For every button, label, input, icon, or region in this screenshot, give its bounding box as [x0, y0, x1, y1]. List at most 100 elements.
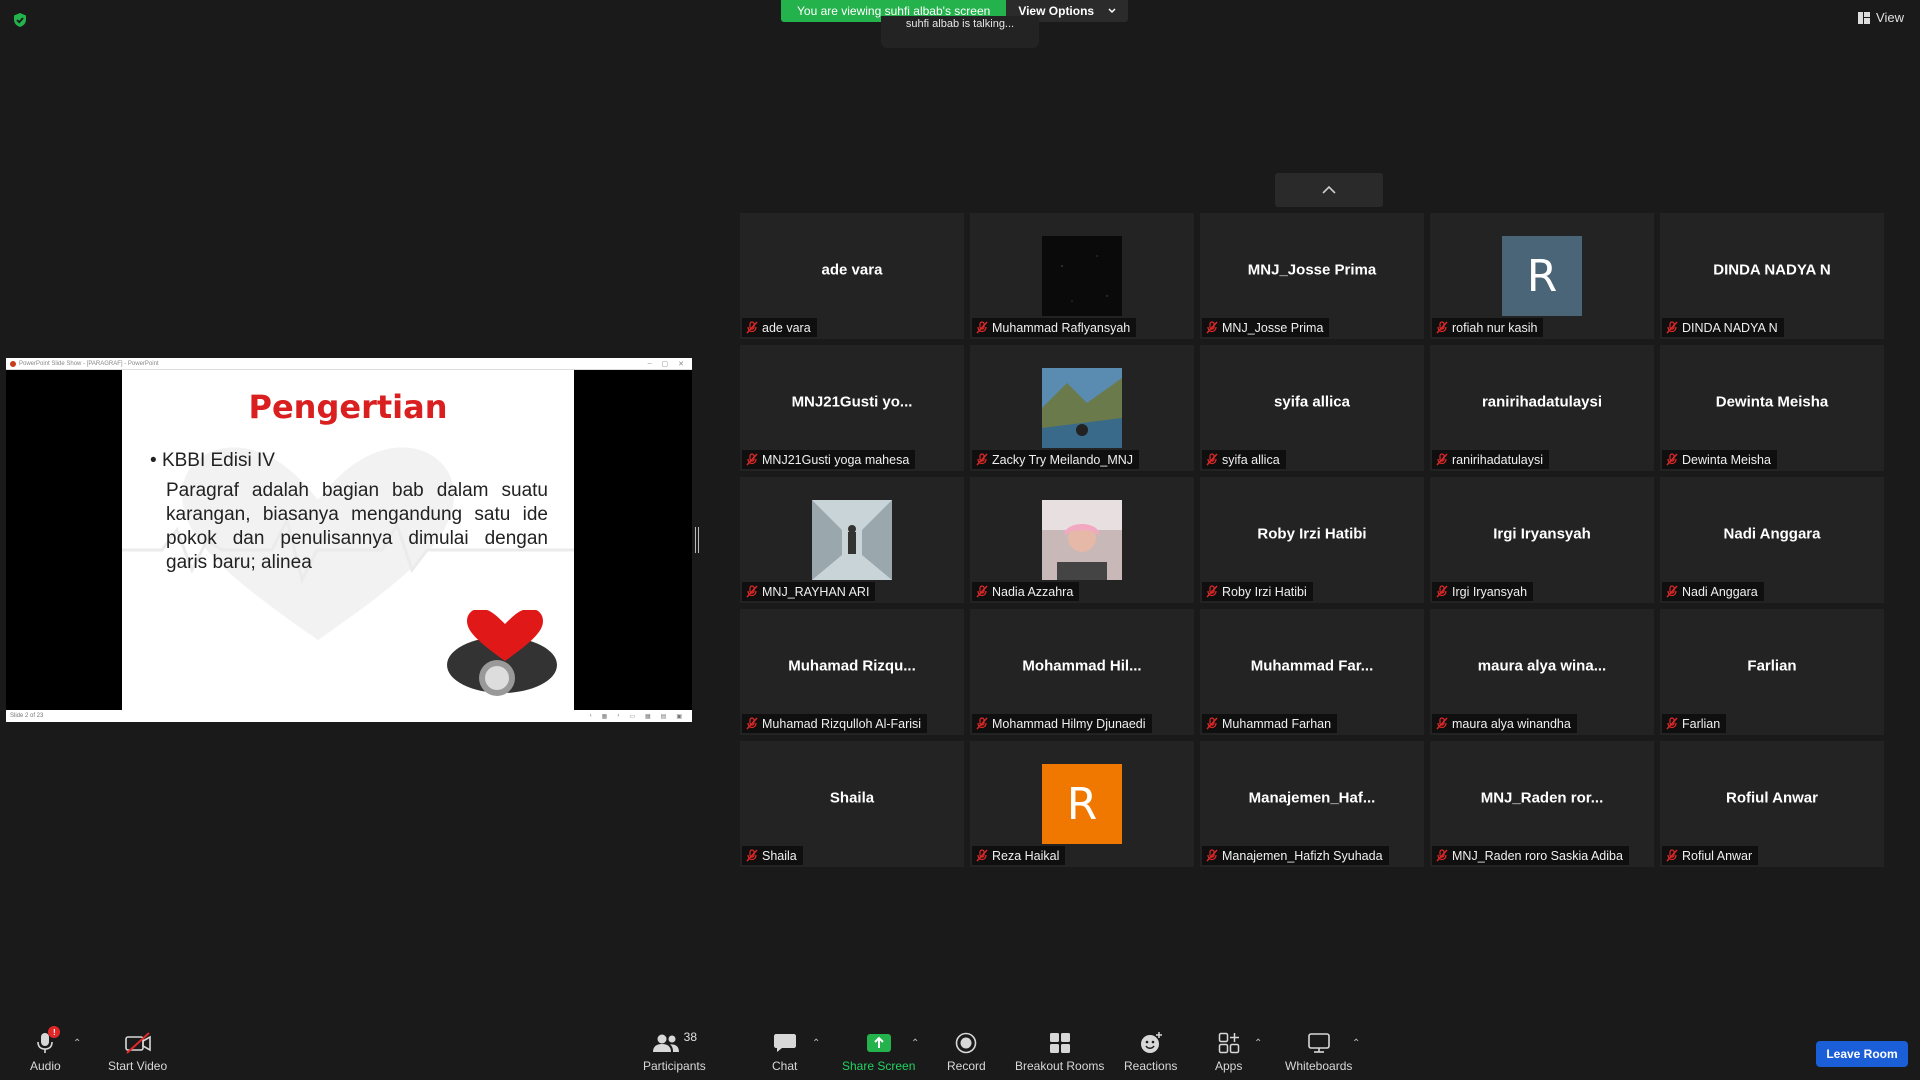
participant-profile-picture: [812, 500, 892, 580]
leave-room-button[interactable]: Leave Room: [1816, 1041, 1908, 1067]
mic-muted-icon: [746, 849, 758, 862]
participant-tile[interactable]: DINDA NADYA N DINDA NADYA N: [1660, 213, 1884, 339]
participant-name: Irgi Iryansyah: [1452, 584, 1528, 599]
participant-tile[interactable]: Rrofiah nur kasih: [1430, 213, 1654, 339]
participant-display-name: DINDA NADYA N: [1713, 261, 1831, 279]
participant-tile[interactable]: MNJ_Josse Prima MNJ_Josse Prima: [1200, 213, 1424, 339]
audio-alert-badge: !: [48, 1026, 61, 1038]
participant-tile[interactable]: ranirihadatulaysi ranirihadatulaysi: [1430, 345, 1654, 471]
breakout-rooms-button[interactable]: Breakout Rooms: [1015, 1030, 1104, 1073]
participant-name-label: Shaila: [742, 846, 803, 865]
mic-muted-icon: [1436, 849, 1448, 862]
participant-tile[interactable]: ade vara ade vara: [740, 213, 964, 339]
participant-name-label: Farlian: [1662, 714, 1727, 733]
participant-tile[interactable]: MNJ_RAYHAN ARI: [740, 477, 964, 603]
participant-name: Shaila: [762, 848, 797, 863]
participant-name-label: Zacky Try Meilando_MNJ: [972, 450, 1140, 469]
start-video-label: Start Video: [108, 1059, 168, 1073]
participant-tile[interactable]: Nadi Anggara Nadi Anggara: [1660, 477, 1884, 603]
participant-display-name: MNJ_Raden ror...: [1480, 789, 1604, 807]
participant-name-label: Roby Irzi Hatibi: [1202, 582, 1313, 601]
participant-tile[interactable]: Dewinta Meisha Dewinta Meisha: [1660, 345, 1884, 471]
participant-display-name: Muhamad Rizqu...: [788, 657, 916, 675]
mic-muted-icon: [746, 717, 758, 730]
audio-options-caret[interactable]: ⌃: [73, 1038, 81, 1049]
participant-name: Muhamad Rizqulloh Al-Farisi: [762, 716, 922, 731]
participant-name-label: Nadi Anggara: [1662, 582, 1764, 601]
participant-name-label: Mohammad Hilmy Djunaedi: [972, 714, 1152, 733]
participant-tile[interactable]: Muhamad Rizqu... Muhamad Rizqulloh Al-Far…: [740, 609, 964, 735]
participant-profile-picture: [1042, 236, 1122, 316]
participant-tile[interactable]: Nadia Azzahra: [970, 477, 1194, 603]
mic-muted-icon: [1206, 585, 1218, 598]
participant-name-label: Muhammad Farhan: [1202, 714, 1338, 733]
people-icon: [652, 1034, 679, 1052]
participant-name: Muhammad Farhan: [1222, 716, 1332, 731]
share-screen-button[interactable]: Share Screen: [842, 1030, 915, 1073]
participants-button[interactable]: 38 Participants: [643, 1030, 706, 1073]
participant-profile-picture: [1042, 500, 1122, 580]
shared-screen[interactable]: PowerPoint Slide Show - [PARAGRAF] - Pow…: [6, 358, 692, 722]
participant-tile[interactable]: Muhammad Raflyansyah: [970, 213, 1194, 339]
participant-tile[interactable]: Mohammad Hil... Mohammad Hilmy Djunaedi: [970, 609, 1194, 735]
participant-name-label: MNJ_Raden roro Saskia Adiba: [1432, 846, 1629, 865]
participant-name: maura alya winandha: [1452, 716, 1571, 731]
participant-tile[interactable]: Farlian Farlian: [1660, 609, 1884, 735]
mic-muted-icon: [1666, 585, 1678, 598]
whiteboards-button[interactable]: Whiteboards: [1285, 1030, 1352, 1073]
participant-name: Roby Irzi Hatibi: [1222, 584, 1307, 599]
participant-tile[interactable]: MNJ_Raden ror... MNJ_Raden roro Saskia Ad…: [1430, 741, 1654, 867]
video-off-icon: [124, 1032, 151, 1054]
participant-display-name: MNJ_Josse Prima: [1247, 261, 1377, 279]
ppt-statusbar: Slide 2 of 23 ‹ ▦ › ▭ ▦ ▤ ▣: [6, 710, 692, 722]
participant-tile[interactable]: Irgi Iryansyah Irgi Iryansyah: [1430, 477, 1654, 603]
participant-avatar: R: [1502, 236, 1582, 316]
participant-name: Nadi Anggara: [1682, 584, 1758, 599]
participant-tile[interactable]: maura alya wina... maura alya winandha: [1430, 609, 1654, 735]
participant-name: Zacky Try Meilando_MNJ: [992, 452, 1134, 467]
participant-tile[interactable]: syifa allica syifa allica: [1200, 345, 1424, 471]
chat-button[interactable]: Chat: [772, 1030, 797, 1073]
meeting-toolbar: ! Audio ⌃ Start Video 38 Participants Ch…: [0, 1018, 1920, 1080]
audio-label: Audio: [30, 1059, 61, 1073]
view-button[interactable]: View: [1858, 10, 1904, 25]
gallery-previous-page-button[interactable]: [1275, 173, 1383, 207]
chat-bubble-icon: [773, 1034, 796, 1052]
share-options-caret[interactable]: ⌃: [911, 1038, 919, 1049]
slide-counter: Slide 2 of 23: [10, 713, 44, 719]
participant-name: Manajemen_Hafizh Syuhada: [1222, 848, 1383, 863]
apps-options-caret[interactable]: ⌃: [1254, 1038, 1262, 1049]
participant-name-label: Nadia Azzahra: [972, 582, 1080, 601]
participant-display-name: Nadi Anggara: [1723, 525, 1821, 543]
smiley-icon: [1140, 1032, 1162, 1053]
audio-button[interactable]: ! Audio: [30, 1026, 61, 1073]
participant-name: MNJ_Raden roro Saskia Adiba: [1452, 848, 1623, 863]
chevron-down-icon: [1108, 8, 1116, 14]
participant-tile[interactable]: Zacky Try Meilando_MNJ: [970, 345, 1194, 471]
reactions-label: Reactions: [1124, 1059, 1178, 1073]
participant-name-label: Muhammad Raflyansyah: [972, 318, 1137, 337]
breakout-rooms-label: Breakout Rooms: [1015, 1059, 1105, 1073]
split-view-divider[interactable]: [695, 527, 699, 553]
mic-muted-icon: [746, 321, 758, 334]
shield-icon[interactable]: [12, 12, 28, 28]
whiteboards-options-caret[interactable]: ⌃: [1352, 1038, 1360, 1049]
participant-tile[interactable]: R Reza Haikal: [970, 741, 1194, 867]
record-button[interactable]: Record: [947, 1030, 986, 1073]
participant-tile[interactable]: MNJ21Gusti yo... MNJ21Gusti yoga mahesa: [740, 345, 964, 471]
participant-tile[interactable]: Shaila Shaila: [740, 741, 964, 867]
chat-options-caret[interactable]: ⌃: [812, 1038, 820, 1049]
mic-muted-icon: [1436, 453, 1448, 466]
participant-tile[interactable]: Rofiul Anwar Rofiul Anwar: [1660, 741, 1884, 867]
grid-icon: [1049, 1033, 1070, 1053]
active-speaker-indicator: suhfi albab is talking...: [881, 16, 1039, 48]
participant-tile[interactable]: Muhammad Far... Muhammad Farhan: [1200, 609, 1424, 735]
participant-tile[interactable]: Roby Irzi Hatibi Roby Irzi Hatibi: [1200, 477, 1424, 603]
slides-icon: ▦: [601, 713, 608, 720]
mic-muted-icon: [1666, 321, 1678, 334]
apps-button[interactable]: Apps: [1215, 1030, 1242, 1073]
minimize-icon: –: [647, 359, 652, 367]
start-video-button[interactable]: Start Video: [108, 1030, 167, 1073]
participant-tile[interactable]: Manajemen_Haf... Manajemen_Hafizh Syuhada: [1200, 741, 1424, 867]
reactions-button[interactable]: Reactions: [1124, 1030, 1177, 1073]
